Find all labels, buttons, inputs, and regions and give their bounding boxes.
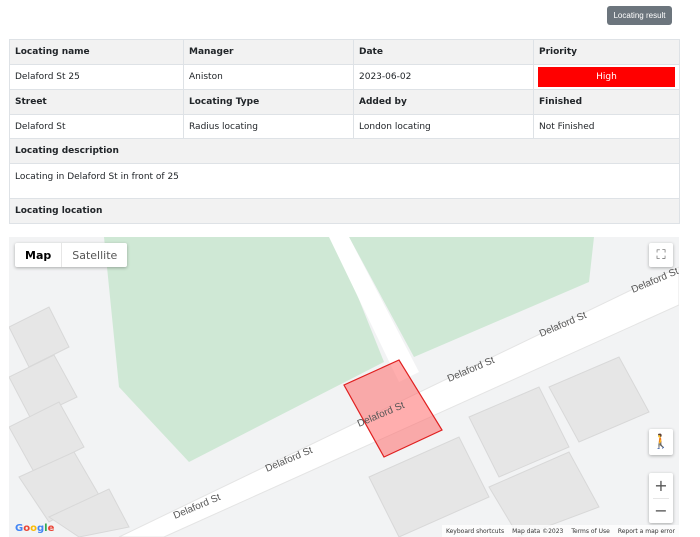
fullscreen-icon[interactable]: ⛶ — [649, 243, 673, 267]
value-manager: Aniston — [183, 64, 354, 90]
locating-info-table: Locating name Manager Date Priority Dela… — [9, 39, 680, 224]
park-area-left — [104, 237, 384, 462]
header-street: Street — [9, 89, 184, 115]
pegman-icon[interactable]: 🚶 — [649, 429, 673, 455]
zoom-out-button[interactable]: − — [649, 499, 673, 524]
map-type-control: Map Satellite — [15, 243, 128, 267]
value-finished: Not Finished — [533, 114, 680, 139]
header-locating-type: Locating Type — [183, 89, 354, 115]
value-locating-description: Locating in Delaford St in front of 25 — [9, 163, 680, 199]
value-priority-cell: High — [533, 64, 680, 90]
value-locating-name: Delaford St 25 — [9, 64, 184, 90]
locating-result-button[interactable]: Locating result — [607, 6, 672, 25]
header-locating-location: Locating location — [9, 198, 680, 224]
report-map-error-link[interactable]: Report a map error — [614, 528, 679, 535]
value-locating-type: Radius locating — [183, 114, 354, 139]
header-added-by: Added by — [353, 89, 534, 115]
map-type-satellite-button[interactable]: Satellite — [61, 243, 127, 267]
value-street: Delaford St — [9, 114, 184, 139]
value-added-by: London locating — [353, 114, 534, 139]
header-manager: Manager — [183, 39, 354, 65]
map-view[interactable]: Delaford St Delaford St Delaford St Dela… — [9, 237, 679, 537]
map-type-map-button[interactable]: Map — [15, 243, 61, 267]
terms-of-use-link[interactable]: Terms of Use — [567, 528, 613, 535]
priority-badge: High — [538, 67, 675, 87]
header-finished: Finished — [533, 89, 680, 115]
zoom-control: + − — [649, 473, 673, 523]
header-locating-name: Locating name — [9, 39, 184, 65]
value-date: 2023-06-02 — [353, 64, 534, 90]
google-logo: Google — [15, 523, 55, 534]
map-canvas[interactable]: Delaford St Delaford St Delaford St Dela… — [9, 237, 679, 537]
keyboard-shortcuts-link[interactable]: Keyboard shortcuts — [442, 528, 508, 535]
header-priority: Priority — [533, 39, 680, 65]
map-attribution: Keyboard shortcuts Map data ©2023 Terms … — [441, 525, 679, 537]
header-locating-description: Locating description — [9, 138, 680, 164]
header-date: Date — [353, 39, 534, 65]
map-data-text: Map data ©2023 — [512, 527, 564, 535]
zoom-in-button[interactable]: + — [649, 473, 673, 498]
